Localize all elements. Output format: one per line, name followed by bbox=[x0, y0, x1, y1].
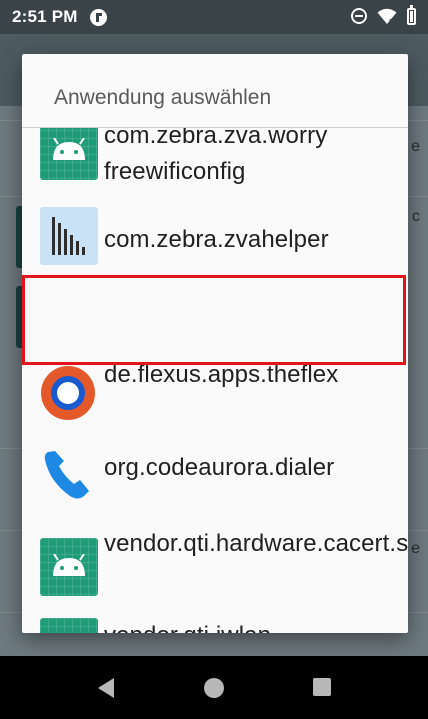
item-label: vendor.qti.iwlan bbox=[104, 618, 394, 633]
list-item-iwlan[interactable]: vendor.qti.iwlan bbox=[22, 606, 408, 633]
status-icons: 5 bbox=[351, 4, 416, 25]
svg-text:5: 5 bbox=[389, 19, 393, 25]
item-label: com.zebra.zvahelper bbox=[104, 226, 329, 253]
item-label: vendor.qti.hardware.cacert.server bbox=[104, 530, 408, 557]
do-not-disturb-icon bbox=[351, 8, 367, 24]
android-icon bbox=[40, 618, 98, 633]
item-label: com.zebra.zva.worry freewificonfig bbox=[104, 128, 328, 185]
navigation-bar bbox=[0, 656, 428, 719]
background-edge-text: c bbox=[412, 208, 420, 225]
theflex-icon bbox=[39, 364, 97, 422]
list-item-cacert-server[interactable]: vendor.qti.hardware.cacert.server bbox=[22, 518, 408, 606]
item-label: de.flexus.apps.theflex bbox=[104, 361, 339, 388]
background-edge-text: e bbox=[411, 540, 420, 557]
background-edge-text: e bbox=[411, 138, 420, 155]
back-button[interactable] bbox=[96, 677, 116, 699]
list-item-dialer[interactable]: org.codeaurora.dialer bbox=[22, 438, 408, 518]
status-time: 2:51 PM bbox=[12, 7, 78, 26]
android-icon bbox=[40, 538, 98, 596]
android-icon bbox=[40, 128, 98, 180]
list-item-theflex[interactable]: de.flexus.apps.theflex bbox=[22, 352, 408, 438]
app-notification-icon bbox=[89, 8, 107, 26]
battery-icon bbox=[407, 4, 416, 25]
item-label: org.codeaurora.dialer bbox=[104, 454, 335, 481]
home-button[interactable] bbox=[204, 678, 224, 698]
zvahelper-icon bbox=[40, 207, 98, 265]
app-list[interactable]: com.zebra.zva.worry freewificonfig com.z… bbox=[22, 128, 408, 633]
list-item-zva-worry[interactable]: com.zebra.zva.worry freewificonfig bbox=[22, 128, 408, 200]
status-bar: 2:51 PM 5 bbox=[0, 0, 428, 34]
recents-button[interactable] bbox=[313, 678, 331, 696]
list-item-zvahelper[interactable]: com.zebra.zvahelper bbox=[22, 200, 408, 280]
wifi-icon: 5 bbox=[377, 8, 397, 25]
app-chooser-dialog: Anwendung auswählen com.zebra.zva.worry … bbox=[22, 54, 408, 633]
phone-icon bbox=[40, 446, 98, 504]
dialog-title: Anwendung auswählen bbox=[54, 86, 272, 109]
